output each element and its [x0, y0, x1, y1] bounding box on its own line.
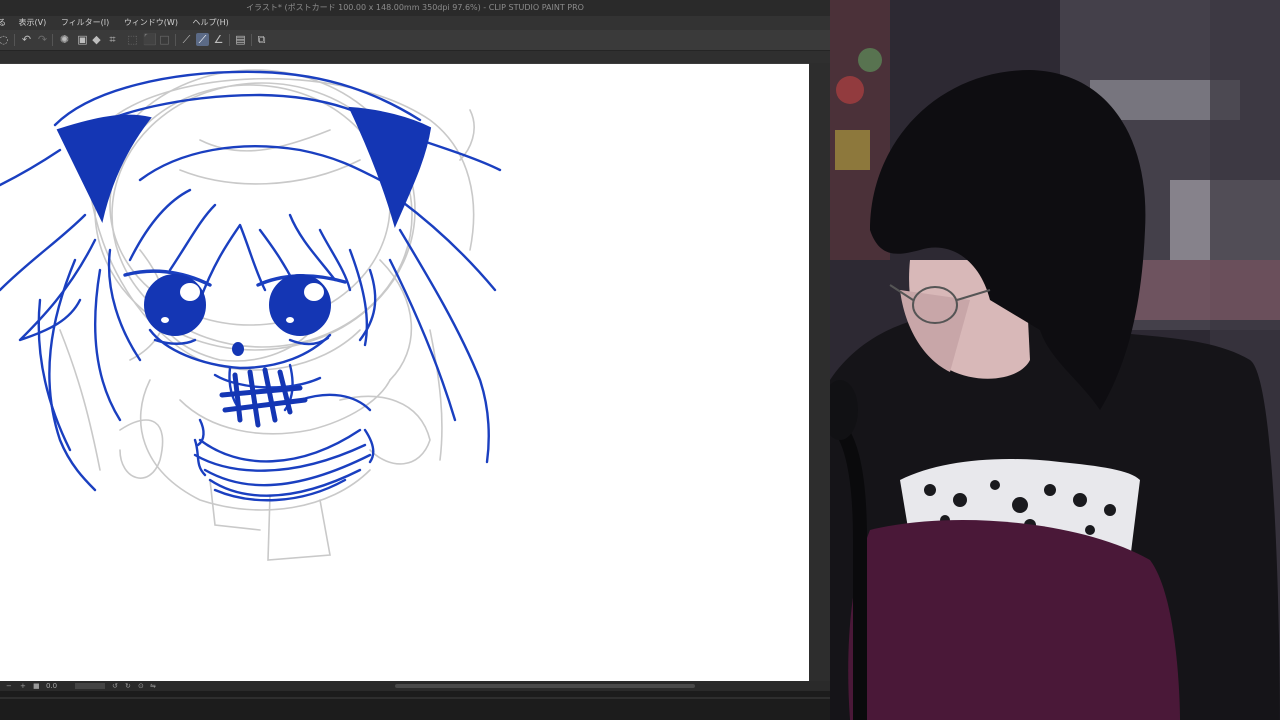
rotate-right-icon[interactable]: ↻ [125, 681, 131, 691]
zoom-value[interactable]: 0.0 [46, 681, 57, 691]
toolbar-separator [175, 34, 176, 46]
window-title: イラスト* (ポストカード 100.00 x 148.00mm 350dpi 9… [0, 0, 830, 16]
drawing-canvas[interactable] [0, 64, 809, 681]
deselect-icon[interactable]: ⌗ [106, 33, 119, 46]
fit-icon[interactable]: ■ [33, 681, 40, 691]
reset-rotation-icon[interactable]: ⊙ [138, 681, 144, 691]
menu-item-filter[interactable]: フィルター(I) [61, 16, 109, 30]
clear-icon[interactable]: ✺ [58, 33, 71, 46]
menu-bar: る 表示(V) フィルター(I) ウィンドウ(W) ヘルプ(H) [0, 16, 830, 30]
lower-panel [0, 691, 830, 720]
fill-icon[interactable]: ▣ [76, 33, 89, 46]
clip-studio-window: イラスト* (ポストカード 100.00 x 148.00mm 350dpi 9… [0, 0, 830, 720]
webcam-image [830, 0, 1280, 720]
vertical-scrollbar[interactable] [809, 63, 830, 681]
toolbar-separator [14, 34, 15, 46]
zoom-slider[interactable] [75, 683, 105, 689]
reference-icon[interactable]: ⧉ [255, 33, 268, 46]
menu-item-partial[interactable]: る [0, 16, 6, 30]
undo-icon[interactable]: ↶ [20, 33, 33, 46]
horizontal-scrollbar[interactable] [395, 684, 695, 688]
menu-item-window[interactable]: ウィンドウ(W) [124, 16, 178, 30]
ruler-icon[interactable]: □ [158, 33, 171, 46]
toolbar-separator [52, 34, 53, 46]
zoom-in-icon[interactable]: + [20, 681, 26, 691]
line-icon[interactable]: ∠ [212, 33, 225, 46]
artwork [0, 69, 502, 561]
menu-item-help[interactable]: ヘルプ(H) [193, 16, 229, 30]
toolbar-separator [229, 34, 230, 46]
webcam-feed [830, 0, 1280, 720]
lasso-icon[interactable]: ◌ [0, 33, 10, 46]
command-bar: ◌ ↶ ↷ ✺ ▣ ◆ ⌗ ⬚ ⬛ □ ⟋ ⟋ ∠ ▤ ⧉ [0, 30, 830, 51]
layer-icon[interactable]: ▤ [234, 33, 247, 46]
select-all-icon[interactable]: ⬛ [143, 33, 157, 46]
pen-icon[interactable]: ⟋ [180, 33, 193, 46]
invert-icon[interactable]: ⬚ [126, 33, 139, 46]
rotate-left-icon[interactable]: ↺ [112, 681, 118, 691]
transform-icon[interactable]: ◆ [90, 33, 103, 46]
panel-divider [0, 697, 830, 699]
menu-item-view[interactable]: 表示(V) [19, 16, 47, 30]
toolbar-separator [251, 34, 252, 46]
status-bar: − + ■ 0.0 ↺ ↻ ⊙ ⇋ [0, 681, 830, 691]
vector-icon[interactable]: ⟋ [196, 33, 209, 46]
redo-icon[interactable]: ↷ [36, 33, 49, 46]
flip-icon[interactable]: ⇋ [150, 681, 156, 691]
canvas-tab-strip [0, 51, 830, 63]
zoom-out-icon[interactable]: − [6, 681, 12, 691]
